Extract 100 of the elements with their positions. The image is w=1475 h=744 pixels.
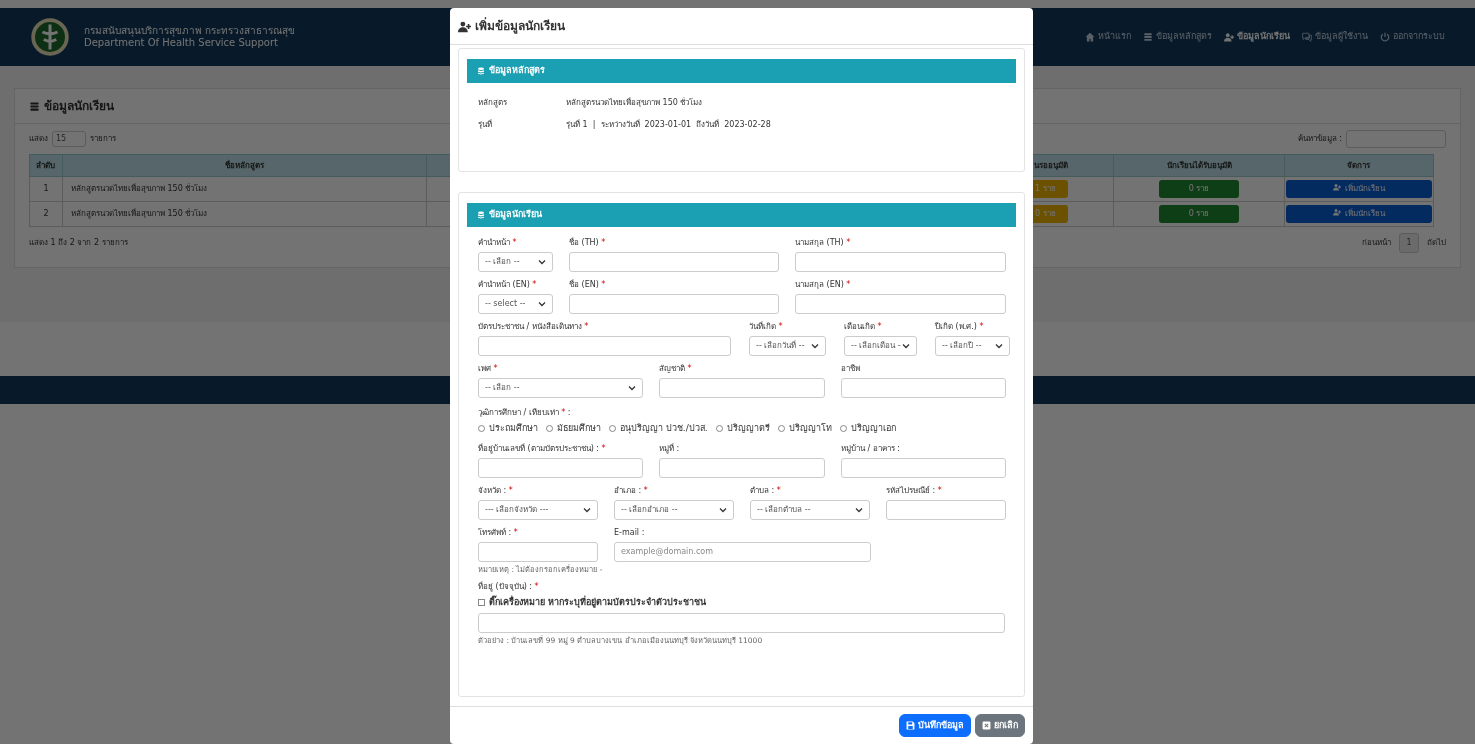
field-label: สัญชาติ * xyxy=(659,363,693,375)
field-label: ตำบล : * xyxy=(750,484,782,497)
user-plus-icon xyxy=(1332,208,1341,216)
chevron-down-icon xyxy=(855,505,863,514)
checkbox-option[interactable]: ติ๊กเครื่องหมาย หากระบุที่อยู่ตามบัตรประจำตัวประชาชน xyxy=(478,595,1005,610)
field-label: อำเภอ : * xyxy=(614,484,649,497)
panel-header: ข้อมูลหลักสูตร xyxy=(467,59,1016,83)
input-field[interactable] xyxy=(795,252,1006,272)
modal-title: เพิ่มข้อมูลนักเรียน xyxy=(475,17,565,35)
field-label: ปีเกิด (พ.ศ.) * xyxy=(935,321,985,333)
radio-option[interactable]: ปริญญาโท xyxy=(777,422,832,436)
field-label: รหัสไปรษณีย์ : * xyxy=(886,484,943,497)
column-header: นักเรียนได้รับอนุมัติ xyxy=(1166,160,1232,170)
input-field[interactable] xyxy=(569,252,779,272)
input-field[interactable] xyxy=(569,294,779,314)
cancel-button[interactable]: ยกเลิก xyxy=(975,713,1025,738)
save-button[interactable]: บันทึกข้อมูล xyxy=(899,713,971,738)
home-icon xyxy=(1085,32,1095,42)
select-field[interactable]: -- เลือกวันที่ -- xyxy=(749,336,826,356)
previous-link[interactable]: ก่อนหน้า xyxy=(1362,237,1391,249)
field-label: จังหวัด : * xyxy=(478,484,514,497)
field-value: รุ่นที่ 1 | ระหว่างวันที่ 2023-01-01 ถึงวันที่ 2023-02-28 xyxy=(566,119,771,131)
field-label: ชื่อ (TH) * xyxy=(569,237,607,249)
next-link[interactable]: ถัดไป xyxy=(1427,237,1446,249)
user-plus-icon xyxy=(458,19,471,33)
field-label: วันที่เกิด * xyxy=(749,321,784,333)
input-field[interactable] xyxy=(841,457,1006,478)
select-field[interactable]: -- เลือกอำเภอ -- xyxy=(614,499,734,520)
chevron-down-icon xyxy=(583,505,591,514)
input-field[interactable] xyxy=(659,457,825,478)
select-field[interactable]: --- เลือกจังหวัด --- xyxy=(478,499,598,520)
field-label: โทรศัพท์ : * xyxy=(478,526,519,539)
select-field[interactable]: -- select -- xyxy=(478,294,553,314)
select-field[interactable]: -- เลือกปี -- xyxy=(935,336,1010,356)
input-field[interactable] xyxy=(478,541,598,562)
input-field[interactable] xyxy=(841,378,1006,398)
database-icon xyxy=(477,211,485,219)
approved-badge: 0 ราย xyxy=(1159,180,1240,198)
list-icon xyxy=(1143,32,1153,42)
length-label: แสดง xyxy=(29,133,48,145)
select-field[interactable]: -- เลือก -- xyxy=(478,252,553,272)
list-icon xyxy=(29,100,40,112)
power-icon xyxy=(1380,32,1390,42)
radio-option[interactable]: มัธยมศึกษา xyxy=(546,422,601,436)
chevron-down-icon xyxy=(995,342,1003,350)
field-label: ที่อยู่บ้านเลขที่ (ตามบัตรประชาชน) : * xyxy=(478,442,607,455)
user-plus-icon xyxy=(1224,32,1234,42)
chevron-down-icon xyxy=(628,384,636,392)
chevron-down-icon xyxy=(811,342,819,350)
address-field[interactable] xyxy=(478,613,1005,634)
field-label: หลักสูตร xyxy=(478,97,508,109)
field-label: เดือนเกิด * xyxy=(844,321,883,333)
search-label: ค้นหาข้อมูล : xyxy=(1297,133,1342,145)
field-label: คำนำหน้า * xyxy=(478,237,518,249)
field-label: ชื่อ (EN) * xyxy=(569,279,607,291)
column-header: จัดการ xyxy=(1347,160,1371,170)
input-field[interactable]: example@domain.com xyxy=(614,541,871,562)
panel-header: ข้อมูลนักเรียน xyxy=(467,203,1016,227)
field-label: ที่อยู่ (ปัจจุบัน) : * xyxy=(478,580,540,593)
input-field[interactable] xyxy=(478,457,643,478)
close-icon xyxy=(982,721,991,730)
user-plus-icon xyxy=(1332,183,1341,191)
input-field[interactable] xyxy=(795,294,1006,314)
column-header: ลำดับ xyxy=(36,160,56,170)
page-title: ข้อมูลนักเรียน xyxy=(44,98,114,115)
save-icon xyxy=(906,721,915,730)
field-label: วุฒิการศึกษา / เทียบเท่า * : xyxy=(478,407,572,419)
table-cell: หลักสูตรนวดไทยเพื่อสุขภาพ 150 ชั่วโมง xyxy=(70,209,208,218)
table-cell: 1 xyxy=(43,184,49,193)
select-field[interactable]: -- เลือก -- xyxy=(478,378,643,398)
field-label: E-mail : xyxy=(614,526,646,539)
radio-option[interactable]: อนุปริญญา ปวช./ปวส. xyxy=(609,422,708,436)
input-field[interactable] xyxy=(886,499,1006,520)
radio-option[interactable]: ปริญญาตรี xyxy=(715,422,770,436)
nav-link[interactable]: ข้อมูลนักเรียน xyxy=(1224,30,1290,44)
field-label: หมู่บ้าน / อาคาร : xyxy=(841,442,902,455)
chevron-down-icon xyxy=(538,258,546,266)
field-label: เพศ * xyxy=(478,363,499,375)
field-label: นามสกุล (TH) * xyxy=(795,237,852,249)
input-field[interactable] xyxy=(478,336,731,356)
chat-icon xyxy=(1302,32,1312,42)
column-header: ชื่อหลักสูตร xyxy=(225,160,265,170)
field-label: คำนำหน้า (EN) * xyxy=(478,279,538,291)
column-header: นรออนุมัติ xyxy=(1034,160,1069,170)
radio-option[interactable]: ประถมศึกษา xyxy=(478,422,538,436)
org-name: กรมสนับสนุนบริการสุขภาพ กระทรวงสาธารณสุข xyxy=(84,24,296,37)
radio-option[interactable]: ปริญญาเอก xyxy=(839,422,896,436)
select-field[interactable]: -- เลือกตำบล -- xyxy=(750,499,870,520)
chevron-down-icon xyxy=(719,505,727,514)
table-cell: 2 xyxy=(43,209,49,218)
table-info: แสดง 1 ถึง 2 จาก 2 รายการ xyxy=(29,237,128,249)
chevron-down-icon xyxy=(538,300,546,308)
select-field[interactable]: -- เลือกเดือน - xyxy=(844,336,917,356)
field-label: หมู่ที่ : xyxy=(659,442,681,455)
table-cell: หลักสูตรนวดไทยเพื่อสุขภาพ 150 ชั่วโมง xyxy=(70,184,208,193)
database-icon xyxy=(477,67,485,75)
field-label: บัตรประชาชน / หนังสือเดินทาง * xyxy=(478,321,590,333)
field-value: หลักสูตรนวดไทยเพื่อสุขภาพ 150 ชั่วโมง xyxy=(566,97,703,109)
field-label: อาชีพ xyxy=(841,363,861,375)
input-field[interactable] xyxy=(659,378,825,398)
